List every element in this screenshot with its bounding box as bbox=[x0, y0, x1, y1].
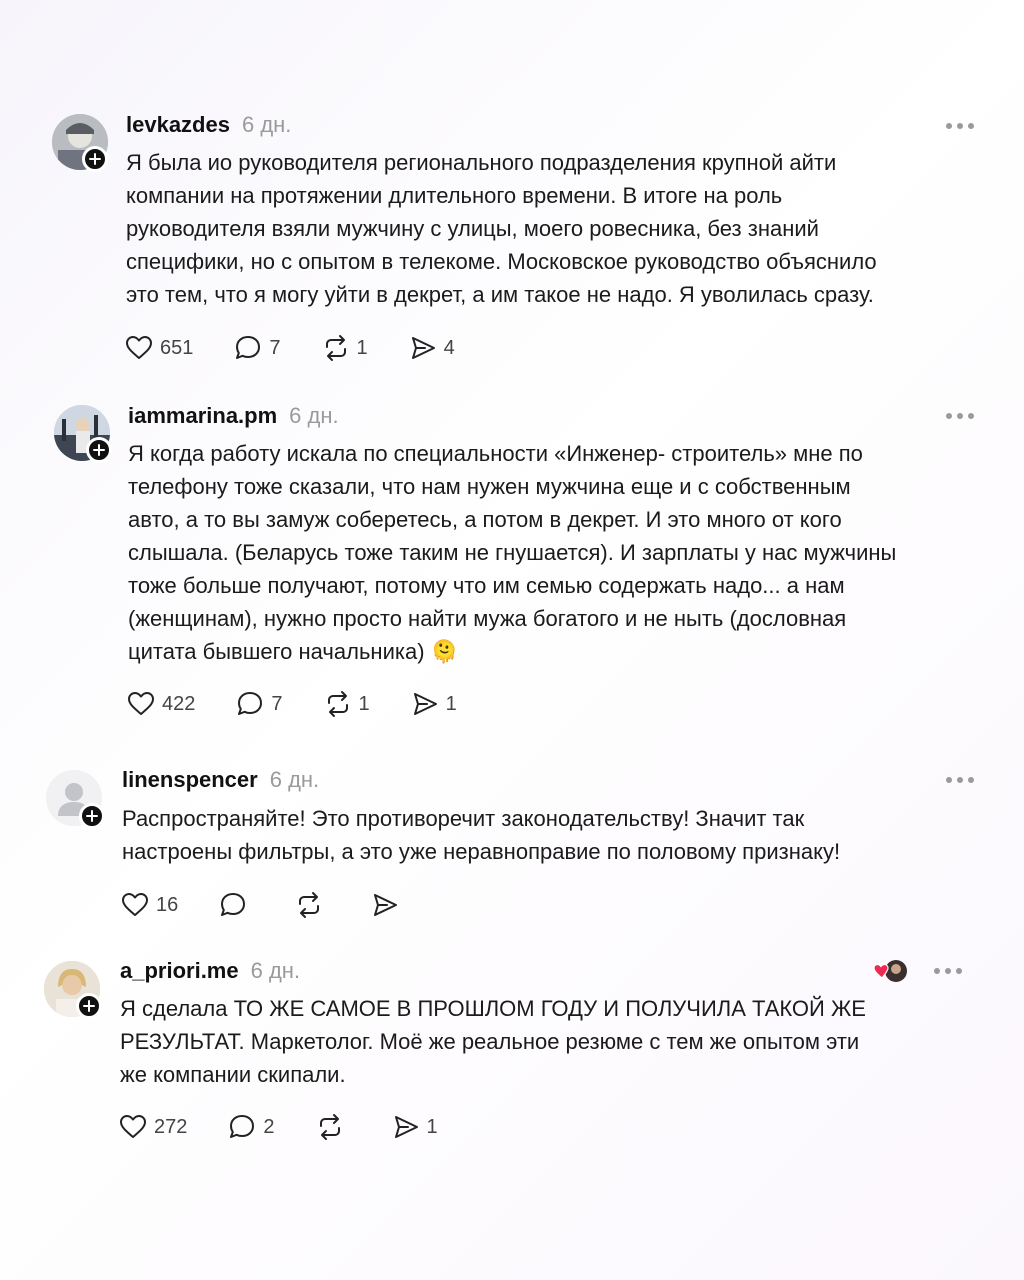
liked-by-author-icon bbox=[872, 958, 908, 984]
post-text: Я сделала ТО ЖЕ САМОЕ В ПРОШЛОМ ГОДУ И П… bbox=[120, 996, 866, 1087]
like-count: 16 bbox=[156, 893, 179, 916]
heart-icon bbox=[126, 336, 152, 359]
timestamp: 6 дн. bbox=[250, 958, 301, 983]
reply-count: 7 bbox=[271, 692, 283, 715]
heart-icon bbox=[120, 1115, 146, 1138]
follow-plus-icon[interactable] bbox=[82, 146, 108, 172]
share-button[interactable]: 4 bbox=[408, 333, 455, 363]
like-button[interactable]: 16 bbox=[120, 890, 178, 920]
reply-count: 7 bbox=[269, 336, 281, 359]
like-count: 422 bbox=[162, 692, 196, 715]
like-button[interactable]: 272 bbox=[118, 1112, 187, 1142]
comment-icon bbox=[236, 336, 261, 359]
post-text: Я когда работу искала по специальности «… bbox=[128, 441, 897, 664]
reply-button[interactable]: 7 bbox=[233, 333, 281, 363]
heart-icon bbox=[122, 893, 148, 916]
share-icon bbox=[411, 337, 435, 359]
repost-count: 1 bbox=[358, 692, 370, 715]
post-text: Распространяйте! Это противоречит законо… bbox=[122, 806, 841, 864]
comment-icon bbox=[238, 692, 263, 715]
comment-icon bbox=[221, 893, 246, 916]
more-icon[interactable] bbox=[946, 121, 976, 131]
reply-button[interactable] bbox=[218, 890, 254, 920]
like-count: 272 bbox=[154, 1115, 188, 1138]
share-icon bbox=[413, 693, 437, 715]
share-button[interactable]: 1 bbox=[410, 689, 457, 719]
follow-plus-icon[interactable] bbox=[86, 437, 112, 463]
reply-button[interactable]: 2 bbox=[227, 1112, 275, 1142]
more-icon[interactable] bbox=[946, 411, 976, 421]
repost-icon bbox=[325, 335, 346, 361]
follow-plus-icon[interactable] bbox=[79, 803, 105, 829]
share-icon bbox=[374, 894, 398, 916]
repost-button[interactable]: 1 bbox=[321, 333, 368, 363]
share-button[interactable] bbox=[370, 890, 406, 920]
username[interactable]: linenspencer bbox=[122, 767, 258, 793]
repost-count: 1 bbox=[356, 336, 368, 359]
reply-button[interactable]: 7 bbox=[235, 689, 283, 719]
timestamp: 6 дн. bbox=[241, 112, 292, 137]
username[interactable]: levkazdes bbox=[126, 112, 230, 138]
share-count: 1 bbox=[445, 692, 457, 715]
like-button[interactable]: 651 bbox=[124, 333, 193, 363]
post-text: Я была ио руководителя регионального под… bbox=[126, 150, 877, 307]
more-icon[interactable] bbox=[946, 775, 976, 785]
repost-button[interactable]: 1 bbox=[323, 689, 370, 719]
repost-icon bbox=[327, 691, 348, 717]
username[interactable]: a_priori.me bbox=[120, 958, 239, 984]
share-button[interactable]: 1 bbox=[391, 1112, 438, 1142]
comment-icon bbox=[230, 1115, 255, 1138]
timestamp: 6 дн. bbox=[269, 767, 320, 792]
like-count: 651 bbox=[160, 336, 194, 359]
like-button[interactable]: 422 bbox=[126, 689, 195, 719]
follow-plus-icon[interactable] bbox=[76, 993, 102, 1019]
heart-icon bbox=[128, 692, 154, 715]
reply-count: 2 bbox=[263, 1115, 275, 1138]
more-icon[interactable] bbox=[934, 966, 964, 976]
repost-icon bbox=[299, 892, 320, 918]
share-count: 4 bbox=[443, 336, 455, 359]
repost-icon bbox=[319, 1114, 340, 1140]
share-count: 1 bbox=[426, 1115, 438, 1138]
timestamp: 6 дн. bbox=[289, 403, 339, 428]
share-icon bbox=[394, 1116, 418, 1138]
repost-button[interactable] bbox=[315, 1112, 351, 1142]
username[interactable]: iammarina.pm bbox=[128, 403, 277, 429]
repost-button[interactable] bbox=[294, 890, 330, 920]
